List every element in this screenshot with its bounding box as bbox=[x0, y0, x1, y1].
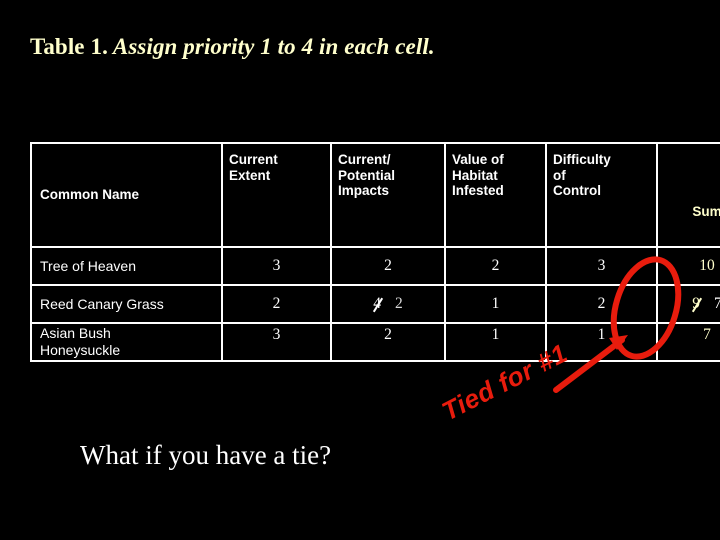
impacts-original-value: 4 bbox=[373, 295, 381, 312]
impacts-new-value: 2 bbox=[395, 295, 403, 312]
impacts-edited-value: 42 bbox=[373, 295, 403, 313]
cell-current-extent: 3 bbox=[221, 322, 332, 362]
priority-table: Common Name Current Extent Current/ Pote… bbox=[30, 142, 720, 362]
cell-sum: 10 bbox=[656, 246, 720, 286]
table-row: Asian Bush Honeysuckle 3 2 1 1 7 bbox=[30, 322, 720, 362]
header-sum: Sum bbox=[656, 142, 720, 248]
table-body: Tree of Heaven 3 2 2 3 10 Reed Canary Gr… bbox=[30, 246, 720, 362]
cell-species-name: Asian Bush Honeysuckle bbox=[30, 322, 223, 362]
cell-sum: 7 bbox=[656, 322, 720, 362]
cell-impacts: 2 bbox=[330, 246, 446, 286]
cell-habitat-value: 1 bbox=[444, 284, 547, 324]
cell-difficulty: 3 bbox=[545, 246, 658, 286]
sum-edited-value: 97 bbox=[692, 295, 720, 313]
cell-species-name: Reed Canary Grass bbox=[30, 284, 223, 324]
header-difficulty-of-control: Difficulty of Control bbox=[545, 142, 658, 248]
table-row: Reed Canary Grass 2 42 1 2 97 bbox=[30, 284, 720, 324]
slide-canvas: Table 1. Assign priority 1 to 4 in each … bbox=[0, 0, 720, 540]
cell-habitat-value: 2 bbox=[444, 246, 547, 286]
cell-sum: 97 bbox=[656, 284, 720, 324]
page-title-label: Table 1. bbox=[30, 34, 108, 59]
sum-original-value: 9 bbox=[692, 295, 700, 312]
table-header-row: Common Name Current Extent Current/ Pote… bbox=[30, 142, 720, 248]
header-current-potential-impacts: Current/ Potential Impacts bbox=[330, 142, 446, 248]
cell-difficulty: 2 bbox=[545, 284, 658, 324]
page-title: Table 1. Assign priority 1 to 4 in each … bbox=[30, 34, 435, 60]
header-current-extent: Current Extent bbox=[221, 142, 332, 248]
header-common-name: Common Name bbox=[30, 142, 223, 248]
cell-impacts: 42 bbox=[330, 284, 446, 324]
page-title-rest: Assign priority 1 to 4 in each cell. bbox=[107, 34, 435, 59]
cell-current-extent: 2 bbox=[221, 284, 332, 324]
cell-impacts: 2 bbox=[330, 322, 446, 362]
table-header: Common Name Current Extent Current/ Pote… bbox=[30, 142, 720, 248]
tie-question-text: What if you have a tie? bbox=[80, 440, 332, 470]
table-row: Tree of Heaven 3 2 2 3 10 bbox=[30, 246, 720, 286]
cell-species-name: Tree of Heaven bbox=[30, 246, 223, 286]
header-value-of-habitat-infested: Value of Habitat Infested bbox=[444, 142, 547, 248]
cell-current-extent: 3 bbox=[221, 246, 332, 286]
sum-new-value: 7 bbox=[714, 295, 720, 312]
